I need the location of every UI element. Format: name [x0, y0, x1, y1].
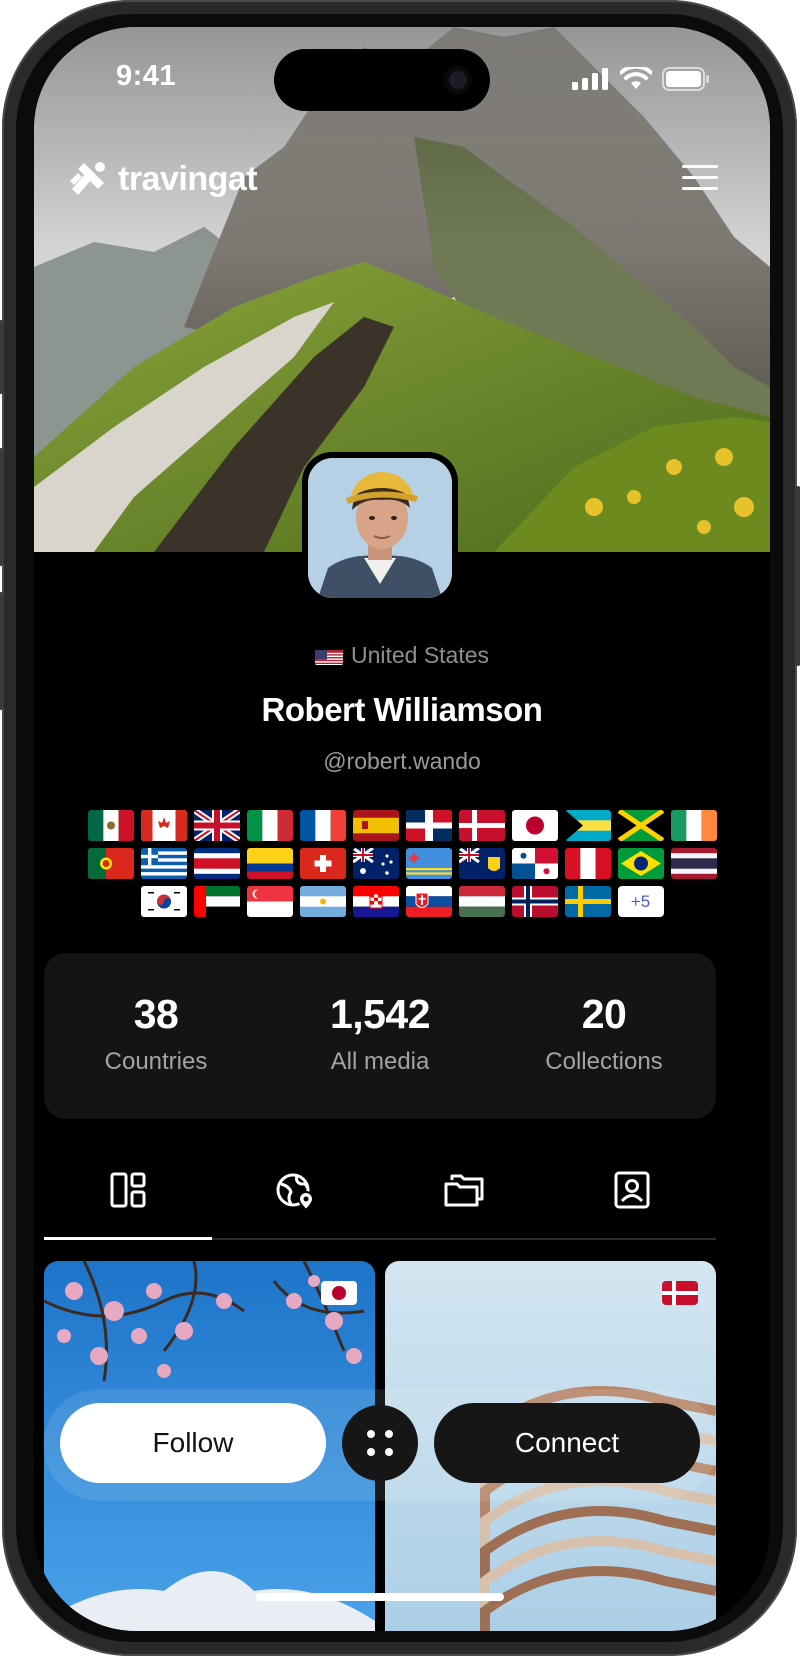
person-portrait [308, 458, 452, 598]
bahamas-flag-icon [564, 810, 611, 841]
stat-value: 38 [133, 991, 179, 1037]
hamburger-menu-icon[interactable] [682, 165, 718, 193]
status-indicators [572, 67, 710, 91]
brand-logo[interactable]: travingat [68, 159, 258, 199]
stat-label: Collections [545, 1048, 663, 1075]
profile-action-bar: Follow Connect [44, 1390, 716, 1500]
folders-icon [444, 1174, 484, 1207]
switzerland-flag-icon [299, 848, 346, 879]
jamaica-flag-icon [617, 810, 664, 841]
front-camera-icon [444, 66, 472, 94]
tab-profile[interactable] [548, 1160, 716, 1238]
profile-name: Robert Williamson [261, 691, 543, 728]
flag-row [62, 848, 742, 879]
volume-down-button [0, 592, 4, 710]
power-button [795, 486, 800, 666]
home-indicator[interactable] [256, 1593, 504, 1601]
profile-stats: 38 Countries 1,542 All media 20 Collecti… [44, 953, 716, 1119]
denmark-flag-icon [458, 810, 505, 841]
portugal-flag-icon [87, 848, 134, 879]
dynamic-island [274, 49, 490, 111]
brazil-flag-icon [617, 848, 664, 879]
profile-handle: @robert.wando [323, 748, 481, 774]
brand-name: travingat [118, 159, 258, 198]
uae-flag-icon [193, 886, 240, 917]
panama-flag-icon [511, 848, 558, 879]
italy-flag-icon [246, 810, 293, 841]
country-label: United States [350, 642, 490, 668]
mexico-flag-icon [87, 810, 134, 841]
tab-map[interactable] [212, 1160, 380, 1238]
stat-label: All media [330, 1048, 430, 1075]
avatar[interactable] [302, 452, 458, 604]
greece-flag-icon [140, 848, 187, 879]
more-options-icon[interactable] [342, 1405, 418, 1481]
stat-label: Countries [104, 1048, 208, 1075]
volume-up-button [0, 448, 4, 566]
phone-frame: 9:41 travingat United States Robert Will… [0, 0, 800, 1656]
tab-layout[interactable] [44, 1160, 212, 1240]
costa-rica-flag-icon [193, 848, 240, 879]
wifi-icon [620, 67, 652, 89]
aruba-flag-icon [405, 848, 452, 879]
profile-tabs [44, 1160, 716, 1240]
norway-flag-icon [511, 886, 558, 917]
croatia-flag-icon [352, 886, 399, 917]
peru-flag-icon [564, 848, 611, 879]
stat-value: 20 [581, 991, 627, 1037]
spain-flag-icon [352, 810, 399, 841]
japan-flag-badge-icon [321, 1281, 357, 1305]
cellular-signal-icon [572, 68, 608, 90]
usa-flag-icon [314, 647, 343, 665]
sweden-flag-icon [564, 886, 611, 917]
turks-and-caicos-flag-icon [458, 848, 505, 879]
south-korea-flag-icon [140, 886, 187, 917]
more-countries-badge[interactable]: +5 [617, 886, 664, 917]
ireland-flag-icon [670, 810, 717, 841]
visited-countries-flags: +5 [62, 810, 742, 924]
globe-pin-icon [276, 1173, 315, 1212]
slovakia-flag-icon [405, 886, 452, 917]
australia-flag-icon [352, 848, 399, 879]
profile-country: United States [34, 642, 770, 669]
singapore-flag-icon [246, 886, 293, 917]
france-flag-icon [299, 810, 346, 841]
contact-icon [614, 1171, 650, 1209]
stat-value: 1,542 [329, 991, 431, 1037]
dominican-republic-flag-icon [405, 810, 452, 841]
stat-all-media[interactable]: 1,542 All media [268, 953, 492, 1119]
japan-flag-icon [511, 810, 558, 841]
canada-flag-icon [140, 810, 187, 841]
united-kingdom-flag-icon [193, 810, 240, 841]
denmark-flag-badge-icon [662, 1281, 698, 1305]
argentina-flag-icon [299, 886, 346, 917]
battery-icon [662, 67, 709, 91]
connect-button[interactable]: Connect [434, 1403, 700, 1483]
layout-icon [110, 1172, 146, 1208]
flag-row [62, 810, 742, 841]
status-time: 9:41 [116, 60, 177, 92]
hungary-flag-icon [458, 886, 505, 917]
flag-row: +5 [62, 886, 742, 917]
profile-photo [308, 458, 452, 598]
stat-countries[interactable]: 38 Countries [44, 953, 268, 1119]
travingat-logo-icon [70, 162, 105, 195]
mute-switch [0, 320, 4, 394]
colombia-flag-icon [246, 848, 293, 879]
app-screen: 9:41 travingat United States Robert Will… [34, 27, 770, 1631]
stat-collections[interactable]: 20 Collections [492, 953, 716, 1119]
follow-button[interactable]: Follow [60, 1403, 326, 1483]
tab-collections[interactable] [380, 1160, 548, 1238]
thailand-flag-icon [670, 848, 717, 879]
